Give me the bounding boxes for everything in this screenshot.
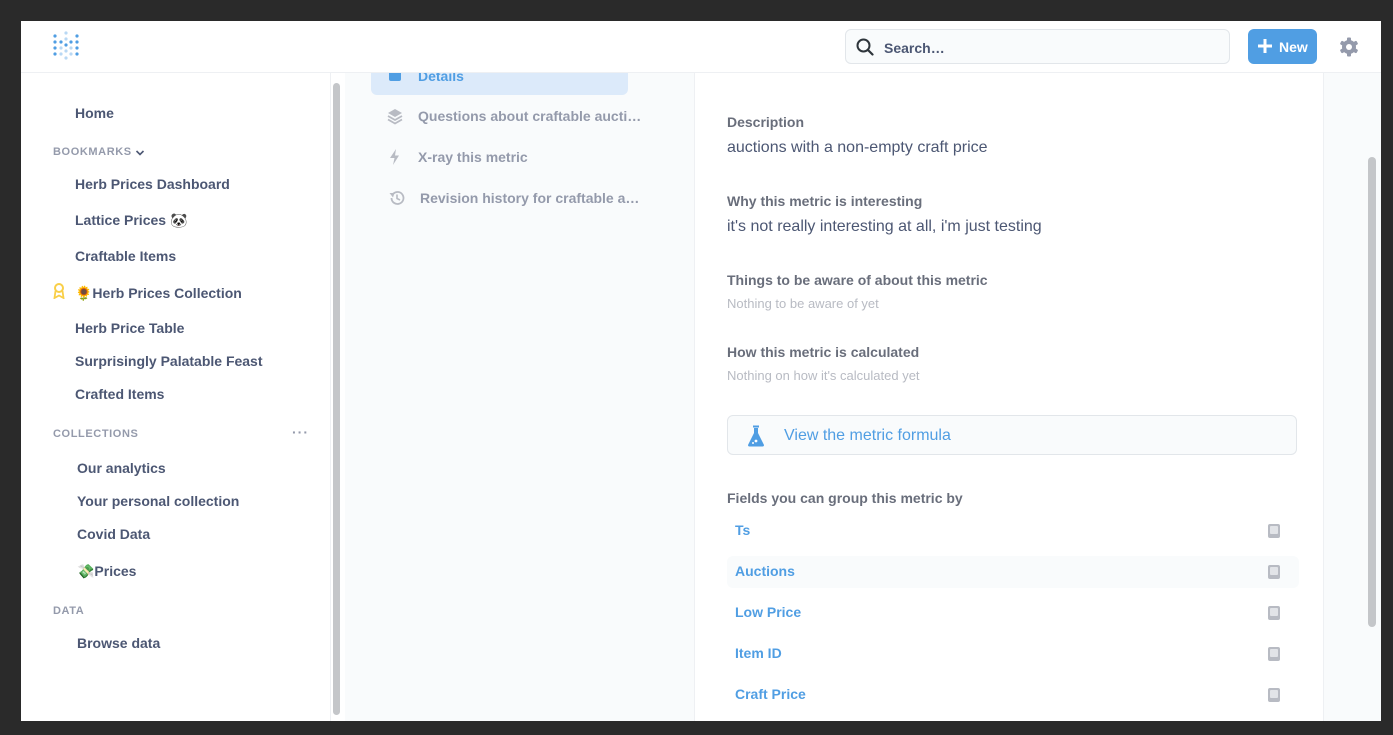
field-row[interactable]: Low Price [727, 597, 1299, 629]
metric-nav-panel: Details Questions about craftable aucti…… [345, 66, 695, 721]
bookmark-item[interactable]: Surprisingly Palatable Feast [75, 353, 263, 369]
book-icon[interactable] [1267, 687, 1281, 703]
field-row[interactable]: Craft Price [727, 679, 1299, 711]
data-section-title: DATA [53, 605, 85, 617]
new-button[interactable]: New [1248, 29, 1317, 64]
collection-item[interactable]: Covid Data [77, 526, 150, 542]
description-label: Description [727, 114, 805, 130]
fields-label: Fields you can group this metric by [727, 490, 963, 506]
stack-icon [387, 109, 403, 125]
collection-item[interactable]: Your personal collection [77, 493, 239, 509]
search-placeholder: Search… [884, 40, 945, 56]
tab-questions[interactable]: Questions about craftable aucti… [386, 105, 646, 127]
field-name[interactable]: Ts [735, 522, 750, 538]
caveats-label: Things to be aware of about this metric [727, 272, 988, 288]
view-formula-button[interactable]: View the metric formula [727, 415, 1297, 455]
field-name[interactable]: Craft Price [735, 686, 806, 702]
chevron-down-icon[interactable] [135, 148, 145, 158]
calculation-value: Nothing on how it's calculated yet [727, 368, 920, 383]
sidebar-item-browse-data[interactable]: Browse data [77, 635, 160, 651]
beaker-icon [748, 425, 764, 447]
collections-section-title: COLLECTIONS [53, 428, 139, 440]
tab-revision-history-label: Revision history for craftable a… [420, 190, 640, 206]
field-row[interactable]: ID [727, 720, 1299, 721]
view-formula-label: View the metric formula [784, 427, 951, 444]
collection-item[interactable]: Our analytics [77, 460, 166, 476]
bolt-icon [390, 149, 399, 165]
top-navbar: Search… New [21, 21, 1381, 73]
book-icon[interactable] [1267, 564, 1281, 580]
search-icon [856, 38, 874, 56]
field-name[interactable]: Auctions [735, 563, 795, 579]
history-icon [389, 191, 405, 205]
plus-icon [1258, 39, 1272, 53]
field-row[interactable]: Item ID [727, 638, 1299, 670]
caveats-value: Nothing to be aware of yet [727, 296, 879, 311]
field-name[interactable]: Item ID [735, 645, 782, 661]
calculation-label: How this metric is calculated [727, 344, 920, 360]
tab-revision-history[interactable]: Revision history for craftable a… [386, 187, 646, 209]
description-value: auctions with a non-empty craft price [727, 139, 988, 156]
why-interesting-value: it's not really interesting at all, i'm … [727, 218, 1042, 235]
bookmark-item[interactable]: Craftable Items [75, 248, 176, 264]
sidebar-item-home[interactable]: Home [75, 105, 114, 121]
new-button-label: New [1279, 39, 1308, 55]
book-icon[interactable] [1267, 605, 1281, 621]
tab-xray-label: X-ray this metric [418, 149, 528, 165]
collection-item[interactable]: 💸Prices [77, 563, 136, 580]
official-badge-icon [53, 283, 65, 299]
bookmark-item[interactable]: 🌻Herb Prices Collection [75, 285, 242, 302]
book-icon[interactable] [1267, 523, 1281, 539]
sidebar-scrollbar[interactable] [333, 83, 340, 715]
tab-xray[interactable]: X-ray this metric [386, 146, 586, 168]
why-interesting-label: Why this metric is interesting [727, 193, 923, 209]
metabase-logo-icon[interactable] [51, 30, 81, 62]
app-window: Search… New Home BOOKMARKS Herb Prices D… [21, 21, 1381, 721]
search-input[interactable]: Search… [845, 29, 1230, 64]
bookmarks-section-title[interactable]: BOOKMARKS [53, 146, 132, 158]
bookmark-item[interactable]: Lattice Prices 🐼 [75, 212, 187, 229]
tab-questions-label: Questions about craftable aucti… [418, 108, 642, 124]
main-scrollbar[interactable] [1368, 157, 1376, 627]
bookmark-item[interactable]: Crafted Items [75, 386, 164, 402]
collections-more-button[interactable]: ··· [292, 424, 309, 440]
metric-details: Description auctions with a non-empty cr… [695, 72, 1323, 721]
bookmark-item[interactable]: Herb Prices Dashboard [75, 176, 230, 192]
bookmark-item[interactable]: Herb Price Table [75, 320, 184, 336]
field-row[interactable]: Ts [727, 515, 1299, 547]
sidebar: Home BOOKMARKS Herb Prices Dashboard Lat… [21, 72, 331, 721]
field-name[interactable]: Low Price [735, 604, 801, 620]
book-icon[interactable] [1267, 646, 1281, 662]
field-row[interactable]: Auctions [727, 556, 1299, 588]
gear-icon[interactable] [1339, 37, 1359, 57]
